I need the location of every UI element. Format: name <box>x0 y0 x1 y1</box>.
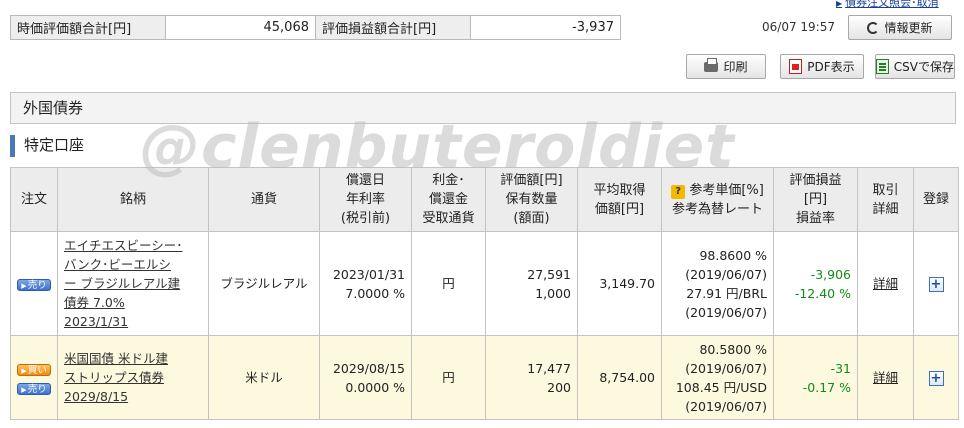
redemption-cell: 2023/01/31 7.0000 % <box>319 231 412 336</box>
detail-cell: 詳細 <box>857 231 914 336</box>
detail-link[interactable]: 詳細 <box>873 276 898 291</box>
header-trade: 取引 詳細 <box>857 167 914 232</box>
valuation-cell: 17,477 200 <box>485 335 578 420</box>
bond-order-inquiry-label: 債券注文照会･取消 <box>845 0 939 9</box>
table-row: ▶買い ▶売り 米国国債 米ドル建 ストリップス債券 2029/8/15 米ドル… <box>10 335 959 420</box>
ref-price-cell: 98.8600 % (2019/06/07) 27.91 円/BRL (2019… <box>661 231 774 336</box>
pl-cell: -31 -0.17 % <box>773 335 858 420</box>
plus-icon[interactable]: + <box>928 277 944 292</box>
account-title: 特定口座 <box>10 133 84 158</box>
printer-icon <box>704 57 719 72</box>
holdings-table: 注文 銘柄 通貨 償還日 年利率 (税引前) 利金･ 償還金 受取通貨 評価額[… <box>10 167 959 420</box>
header-avg-cost: 平均取得 価額[円] <box>577 167 662 232</box>
header-interest: 利金･ 償還金 受取通貨 <box>411 167 486 232</box>
refresh-icon <box>867 21 880 34</box>
market-value-label: 時価評価額合計[円] <box>10 15 166 40</box>
print-button-label: 印刷 <box>723 60 748 74</box>
csv-button[interactable]: CSVで保存 <box>875 54 955 79</box>
ref-price-cell: 80.5800 % (2019/06/07) 108.45 円/USD (201… <box>661 335 774 420</box>
valuation-cell: 27,591 1,000 <box>485 231 578 336</box>
header-redemption: 償還日 年利率 (税引前) <box>319 167 412 232</box>
triangle-icon: ▶ <box>836 0 843 8</box>
order-cell: ▶売り <box>10 231 58 336</box>
bond-order-inquiry-link[interactable]: ▶ 債券注文照会･取消 <box>836 0 939 10</box>
currency: 米ドル <box>208 335 320 420</box>
order-cell: ▶買い ▶売り <box>10 335 58 420</box>
header-register: 登録 <box>913 167 959 232</box>
header-ref-price: ? 参考単価[%] 参考為替レート <box>661 167 774 232</box>
pl-total-value: -3,937 <box>470 15 621 40</box>
issue-name-link[interactable]: エイチエスビーシー･ バンク･ビーエルシ ー ブラジルレアル建 債券 7.0% … <box>57 231 209 336</box>
csv-button-label: CSVで保存 <box>893 60 954 74</box>
refresh-button-label: 情報更新 <box>884 21 933 35</box>
pl-total-label: 評価損益額合計[円] <box>315 15 471 40</box>
section-title: 外国債券 <box>10 92 956 124</box>
buy-button[interactable]: ▶買い <box>17 363 51 376</box>
summary-table: 時価評価額合計[円] 45,068 評価損益額合計[円] -3,937 <box>10 15 621 40</box>
plus-icon[interactable]: + <box>928 371 944 386</box>
sell-button[interactable]: ▶売り <box>17 279 51 291</box>
pdf-icon <box>789 59 803 74</box>
avg-cost: 8,754.00 <box>577 335 662 420</box>
header-issue: 銘柄 <box>57 167 209 232</box>
detail-cell: 詳細 <box>857 335 914 420</box>
csv-icon <box>876 59 889 74</box>
table-row: ▶売り エイチエスビーシー･ バンク･ビーエルシ ー ブラジルレアル建 債券 7… <box>10 231 959 336</box>
refresh-button[interactable]: 情報更新 <box>848 15 952 40</box>
pdf-button[interactable]: PDF表示 <box>780 54 864 79</box>
header-order: 注文 <box>10 167 58 232</box>
update-timestamp: 06/07 19:57 <box>762 20 835 34</box>
pl-cell: -3,906 -12.40 % <box>773 231 858 336</box>
avg-cost: 3,149.70 <box>577 231 662 336</box>
redemption-cell: 2029/08/15 0.0000 % <box>319 335 412 420</box>
receive-currency: 円 <box>411 335 486 420</box>
sell-button[interactable]: ▶売り <box>17 382 51 395</box>
help-icon[interactable]: ? <box>671 184 686 199</box>
issue-name-link[interactable]: 米国国債 米ドル建 ストリップス債券 2029/8/15 <box>57 335 209 420</box>
header-currency: 通貨 <box>208 167 320 232</box>
register-cell: + <box>913 231 959 336</box>
header-pl: 評価損益 [円] 損益率 <box>773 167 858 232</box>
receive-currency: 円 <box>411 231 486 336</box>
print-button[interactable]: 印刷 <box>686 54 766 79</box>
detail-link[interactable]: 詳細 <box>873 370 898 385</box>
header-valuation: 評価額[円] 保有数量 (額面) <box>485 167 578 232</box>
register-cell: + <box>913 335 959 420</box>
currency: ブラジルレアル <box>208 231 320 336</box>
market-value: 45,068 <box>165 15 316 40</box>
pdf-button-label: PDF表示 <box>807 60 855 74</box>
